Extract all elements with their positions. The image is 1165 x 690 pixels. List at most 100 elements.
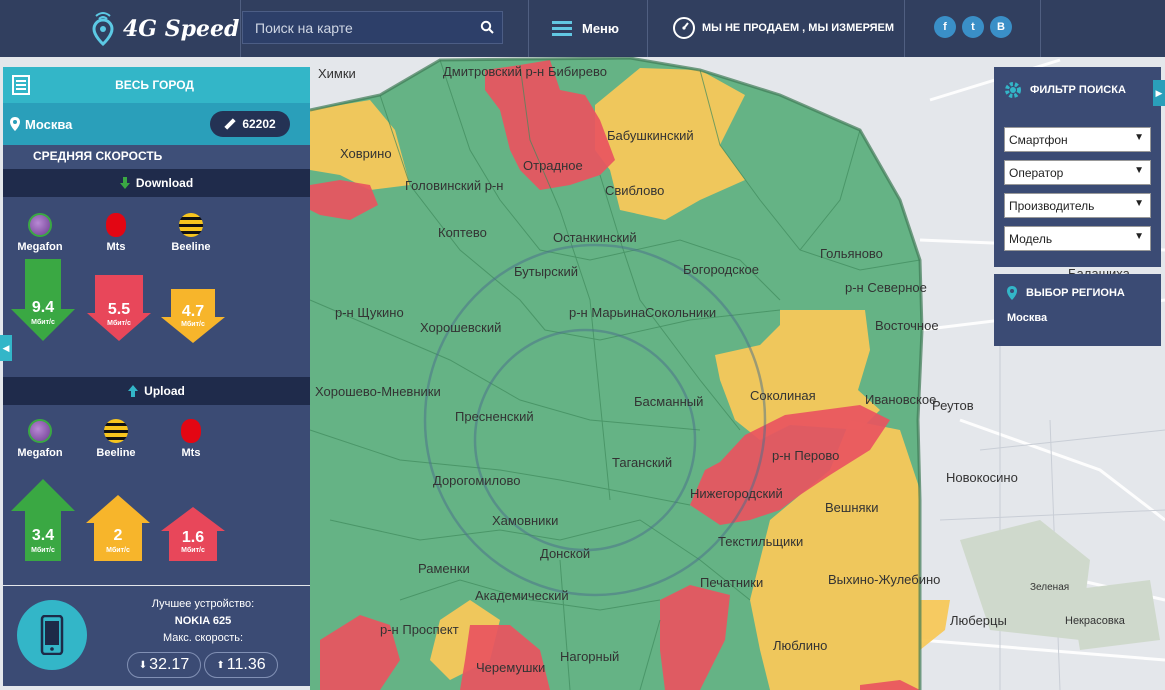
region-selector[interactable]: ВЫБОР РЕГИОНА Москва [994, 274, 1161, 346]
caret-down-icon: ▼ [1134, 165, 1144, 176]
search-placeholder: Поиск на карте [255, 20, 353, 36]
speed-unit: Мбит/с [107, 320, 131, 327]
map-label: Свиблово [605, 183, 664, 198]
beeline-logo-icon [104, 419, 128, 443]
max-download-speed: ⬇ 32.17 [127, 652, 201, 678]
max-upload-value: 11.36 [226, 656, 266, 673]
map-label: Нагорный [560, 649, 619, 664]
upload-header: Upload [3, 377, 310, 411]
map-label: Бибирево [548, 64, 607, 79]
max-upload-speed: ⬆ 11.36 [204, 652, 278, 678]
speed-unit: Мбит/с [181, 547, 205, 554]
search-filter: ФИЛЬТР ПОИСКА Смартфон ▼ Оператор ▼ Произв… [994, 67, 1161, 267]
select-value: Оператор [1009, 166, 1064, 180]
download-mts-bar: 5.5 Мбит/с [87, 275, 151, 341]
operator-name: Beeline [96, 447, 136, 459]
select-manufacturer[interactable]: Производитель ▼ [1004, 193, 1151, 218]
max-speed-label: Макс. скорость: [162, 632, 244, 644]
map-label: Донской [540, 546, 590, 561]
map-label: р-н Щукино [335, 305, 404, 320]
download-section: Megafon Mts Beeline 9.4 Мбит/с 5.5 Мбит/… [3, 197, 310, 377]
filter-header: ФИЛЬТР ПОИСКА [994, 67, 1161, 113]
download-header: Download [3, 169, 310, 203]
count-value: 62202 [242, 117, 276, 131]
map-label: Новокосино [946, 470, 1018, 485]
caret-down-icon: ▼ [1134, 132, 1144, 143]
stats-panel: ВЕСЬ ГОРОД Москва 62202 СРЕДНЯЯ СКОРОСТЬ… [3, 67, 310, 585]
location-signal-icon [92, 12, 114, 47]
max-download-value: 32.17 [149, 656, 190, 673]
region-value: Москва [1007, 312, 1048, 324]
whole-city-label: ВЕСЬ ГОРОД [115, 78, 194, 92]
map-label: Коптево [438, 225, 487, 240]
caret-down-icon: ▼ [1134, 231, 1144, 242]
facebook-icon[interactable]: f [934, 16, 956, 38]
operator-name: Mts [106, 241, 126, 253]
collapse-left-panel-button[interactable]: ◀ [0, 335, 12, 361]
download-title: Download [135, 176, 194, 190]
twitter-icon[interactable]: t [962, 16, 984, 38]
location-pin-icon [10, 117, 20, 131]
map-label: Ивановское [865, 392, 936, 407]
beeline-logo-icon [179, 213, 203, 237]
operator-megafon: Megafon [5, 419, 75, 459]
divider [904, 0, 905, 57]
map-label: Химки [318, 66, 356, 81]
map-label: Хорошевский [420, 320, 501, 335]
speed-unit: Мбит/с [31, 547, 55, 554]
map-label: Дмитровский р-н [443, 64, 544, 79]
select-smartphone[interactable]: Смартфон ▼ [1004, 127, 1151, 152]
brand-name: 4G Speed [123, 16, 240, 42]
download-beeline-bar: 4.7 Мбит/с [161, 289, 225, 343]
avg-speed-label: СРЕДНЯЯ СКОРОСТЬ [3, 145, 310, 169]
map-label: Сокольники [645, 305, 716, 320]
map-label: Соколиная [750, 388, 816, 403]
speed-value: 3.4 [31, 527, 55, 544]
map-label: Люблино [773, 638, 827, 653]
filter-title: ФИЛЬТР ПОИСКА [1030, 84, 1126, 96]
speed-unit: Мбит/с [31, 319, 55, 326]
map-label: Отрадное [523, 158, 583, 173]
map-label: Зеленая [1030, 582, 1069, 593]
collapse-right-panel-button[interactable]: ▶ [1153, 80, 1165, 106]
map-label: Восточное [875, 318, 939, 333]
brand-logo[interactable]: 4G Speed [90, 8, 239, 50]
map-label: Ховрино [340, 146, 392, 161]
map-label: р-н Марьина [569, 305, 646, 320]
map-label: Таганский [612, 455, 672, 470]
best-device-label: Лучшее устройство: [151, 598, 255, 610]
upload-mts-bar: 1.6 Мбит/с [161, 507, 225, 561]
select-value: Модель [1009, 232, 1053, 246]
filter-panel: ФИЛЬТР ПОИСКА Смартфон ▼ Оператор ▼ Произв… [994, 67, 1161, 346]
map-label: Гольяново [820, 246, 883, 261]
search-icon[interactable] [480, 20, 494, 34]
map-label: Текстильщики [718, 534, 803, 549]
map-label: Басманный [634, 394, 703, 409]
search-input[interactable]: Поиск на карте [242, 11, 503, 44]
map-label: р-н Северное [845, 280, 927, 295]
city-name: Москва [25, 116, 73, 132]
divider [528, 0, 529, 57]
city-row[interactable]: Москва 62202 [3, 103, 310, 145]
phone-icon [17, 600, 87, 670]
menu-button[interactable]: Меню [552, 18, 619, 39]
select-model[interactable]: Модель ▼ [1004, 226, 1151, 251]
select-value: Производитель [1009, 199, 1095, 213]
map-label: Хорошево-Мневники [315, 384, 441, 399]
operator-beeline: Beeline [81, 419, 151, 459]
speedometer-icon [673, 17, 695, 39]
map-label: Академический [475, 588, 569, 603]
caret-down-icon: ▼ [1134, 198, 1144, 209]
upload-title: Upload [144, 384, 185, 398]
whole-city-button[interactable]: ВЕСЬ ГОРОД [3, 67, 310, 103]
arrow-down-icon [119, 177, 130, 189]
mts-logo-icon [106, 213, 126, 237]
map-label: Бабушкинский [607, 128, 694, 143]
operator-name: Megafon [17, 447, 63, 459]
mts-logo-icon [181, 419, 201, 443]
operator-beeline: Beeline [156, 213, 226, 253]
speed-value: 1.6 [181, 529, 205, 546]
speed-value: 9.4 [31, 299, 55, 316]
vk-icon[interactable]: B [990, 16, 1012, 38]
select-operator[interactable]: Оператор ▼ [1004, 160, 1151, 185]
